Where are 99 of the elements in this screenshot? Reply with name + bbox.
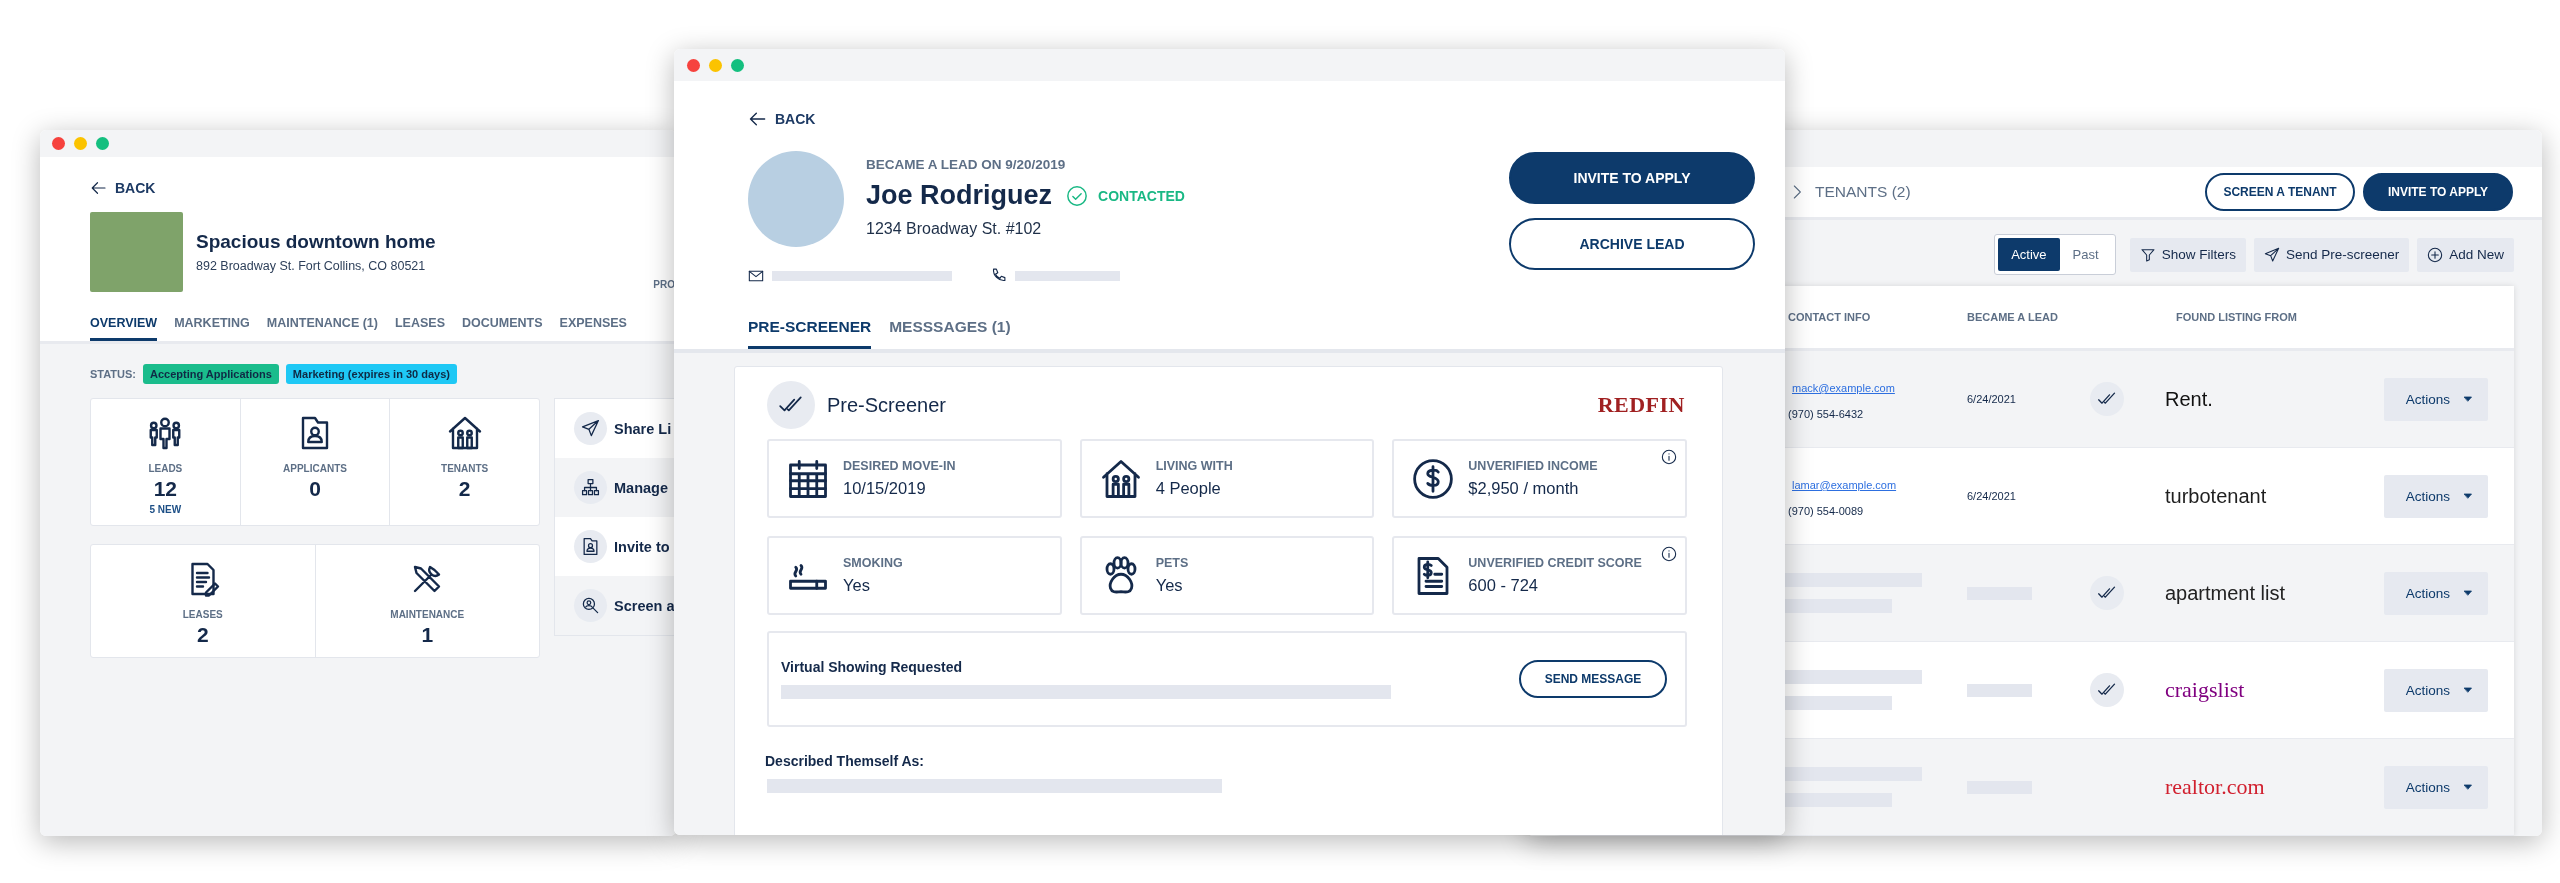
- fact-value: 4 People: [1155, 479, 1222, 498]
- card-title: Pre-Screener: [827, 393, 946, 417]
- tab[interactable]: MESSSAGES (1): [889, 318, 1011, 349]
- search-person-icon: [574, 589, 607, 622]
- stat-value: 12: [153, 477, 177, 501]
- lead-name: Joe Rodriguez: [866, 180, 1053, 211]
- window-control-dot[interactable]: [687, 58, 700, 72]
- status-text: CONTACTED: [1098, 187, 1185, 204]
- column-header: BECAME A LEAD: [1967, 311, 2059, 323]
- actions-dropdown[interactable]: Actions: [2383, 765, 2488, 809]
- fact-value: 10/15/2019: [843, 479, 927, 498]
- text-placeholder-bar: [1967, 683, 2032, 697]
- source-logo: craigslist: [2165, 677, 2246, 703]
- stat-value: 2: [196, 623, 209, 647]
- info-icon[interactable]: [1661, 449, 1677, 465]
- request-title: Virtual Showing Requested: [781, 659, 963, 675]
- email-link[interactable]: lamar@example.com: [1792, 479, 1897, 491]
- stat-value: 2: [458, 477, 471, 501]
- tab[interactable]: LEASES: [394, 316, 445, 341]
- window-control-dot[interactable]: [709, 58, 722, 72]
- column-header: FOUND LISTING FROM: [2175, 311, 2298, 323]
- back-arrow-icon: [90, 179, 108, 197]
- column-header: CONTACT INFO: [1788, 311, 1872, 323]
- send-message-button[interactable]: SEND MESSAGE: [1519, 660, 1667, 698]
- window-control-dot[interactable]: [52, 137, 65, 150]
- check-circle-icon: [1066, 184, 1089, 207]
- toolbar-button[interactable]: Show Filters: [2129, 237, 2246, 272]
- source-logo: turbotenant: [2165, 484, 2268, 508]
- fact-label: SMOKING: [843, 556, 903, 570]
- became-lead-date: BECAME A LEAD ON 9/20/2019: [866, 157, 1067, 172]
- breadcrumb[interactable]: TENANTS (2): [1815, 183, 1911, 201]
- tab[interactable]: OVERVIEW: [90, 316, 158, 341]
- plus-circle-icon: [2427, 246, 2444, 263]
- fact-value: 600 - 724: [1468, 576, 1540, 595]
- stat-note: 5 NEW: [149, 504, 182, 515]
- stat-label: LEADS: [148, 463, 183, 474]
- fact-value: Yes: [843, 576, 871, 595]
- action-item[interactable]: Manage: [555, 458, 676, 517]
- stat-label: APPLICANTS: [283, 463, 347, 474]
- source-logo: realtor.com: [2165, 774, 2266, 800]
- fact-value: Yes: [1155, 576, 1184, 595]
- date-text: 6/24/2021: [1967, 490, 2017, 502]
- source-logo: REDFIN: [1597, 392, 1685, 418]
- lead-address: 1234 Broadway St. #102: [866, 220, 1043, 238]
- stat-value: 0: [309, 477, 321, 501]
- toolbar-button[interactable]: Add New: [2417, 237, 2514, 272]
- fact-label: LIVING WITH: [1155, 459, 1233, 473]
- info-icon[interactable]: [1661, 546, 1677, 562]
- actions-dropdown[interactable]: Actions: [2383, 668, 2488, 712]
- stat-label: LEASES: [182, 609, 223, 620]
- window-control-dot[interactable]: [74, 137, 87, 150]
- property-address: 892 Broadway St. Fort Collins, CO 80521: [196, 259, 427, 273]
- tab[interactable]: DOCUMENTS: [462, 316, 543, 341]
- fact-label: DESIRED MOVE-IN: [843, 459, 956, 473]
- actions-dropdown[interactable]: Actions: [2383, 377, 2488, 421]
- house-people-icon: [446, 415, 483, 451]
- source-logo: Rent.: [2165, 387, 2214, 411]
- toolbar-button[interactable]: Send Pre-screener: [2253, 237, 2410, 272]
- tab[interactable]: PRE-SCREENER: [748, 318, 872, 349]
- org-chart-icon: [574, 471, 607, 504]
- outline-button[interactable]: SCREEN A TENANT: [2205, 173, 2355, 211]
- filter-icon: [2139, 246, 2156, 263]
- tab[interactable]: EXPENSES: [559, 316, 627, 341]
- source-logo: apartment list: [2165, 581, 2287, 605]
- primary-button[interactable]: INVITE TO APPLY: [1509, 152, 1755, 204]
- house-people-icon: [1099, 457, 1142, 500]
- status-label: STATUS:: [90, 368, 137, 380]
- primary-button[interactable]: INVITE TO APPLY: [2363, 173, 2513, 211]
- outline-button[interactable]: ARCHIVE LEAD: [1509, 218, 1755, 270]
- actions-dropdown[interactable]: Actions: [2383, 571, 2488, 615]
- window-control-dot[interactable]: [731, 58, 744, 72]
- phone-number: (970) 554-6432: [1788, 408, 1865, 420]
- status-tag: Accepting Applications: [143, 364, 279, 384]
- phone-icon: [990, 267, 1007, 284]
- actions-dropdown[interactable]: Actions: [2383, 474, 2488, 518]
- property-title: Spacious downtown home: [196, 231, 437, 253]
- paper-plane-icon: [574, 412, 607, 445]
- dollar-coin-icon: [1412, 457, 1455, 500]
- date-text: 6/24/2021: [1967, 393, 2017, 405]
- folder-person-icon: [574, 530, 607, 563]
- window-control-dot[interactable]: [96, 137, 109, 150]
- double-check-icon: [767, 381, 815, 429]
- paper-plane-icon: [2263, 246, 2280, 263]
- back-link[interactable]: BACK: [90, 179, 156, 197]
- stat-label: TENANTS: [441, 463, 489, 474]
- stat-value: 1: [421, 623, 434, 647]
- fact-label: PETS: [1155, 556, 1189, 570]
- action-item[interactable]: Screen a: [555, 576, 676, 635]
- stat-label: MAINTENANCE: [390, 609, 465, 620]
- calendar-icon: [787, 457, 829, 500]
- tab[interactable]: MARKETING: [174, 316, 250, 341]
- toggle-option[interactable]: Active: [1998, 238, 2060, 271]
- email-link[interactable]: mack@example.com: [1792, 382, 1895, 394]
- tab[interactable]: MAINTENANCE (1): [266, 316, 378, 341]
- status-tag: Marketing (expires in 30 days): [285, 364, 457, 384]
- column-label: PRO: [653, 279, 675, 290]
- phone-number: (970) 554-0089: [1788, 505, 1865, 517]
- section-label: Described Themself As:: [765, 753, 925, 769]
- back-link[interactable]: BACK: [748, 109, 816, 129]
